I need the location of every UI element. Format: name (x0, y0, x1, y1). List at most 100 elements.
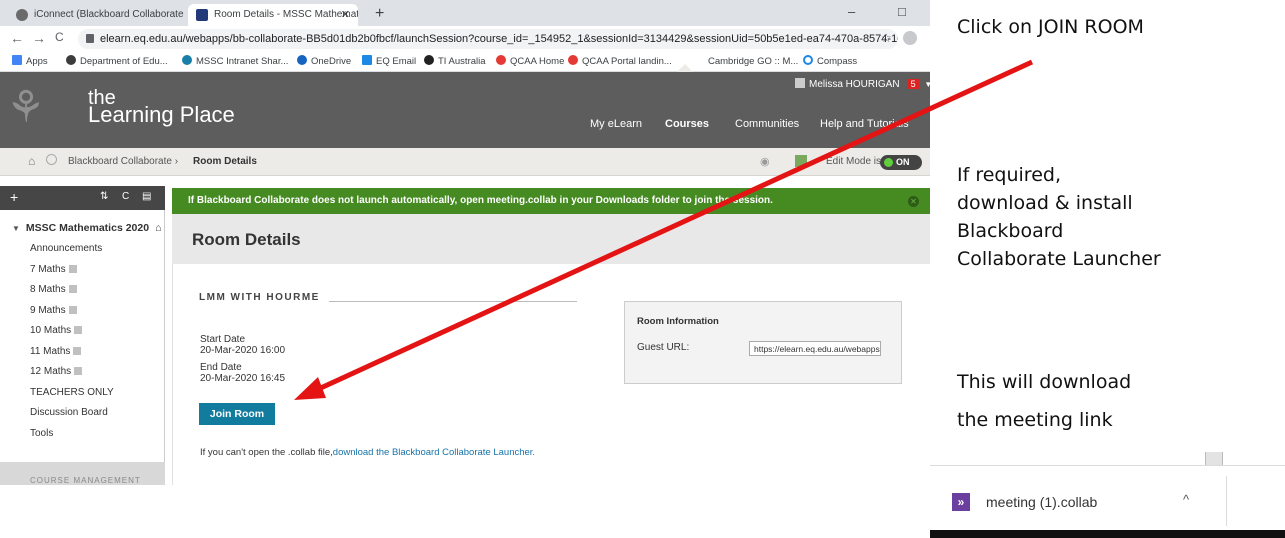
bookmark-dept-education[interactable]: Department of Edu... (66, 53, 168, 71)
sidebar-item[interactable]: Tools (30, 428, 53, 439)
nav-communities[interactable]: Communities (735, 118, 799, 130)
edit-mode-toggle[interactable]: ON (880, 155, 922, 170)
cloud-icon (297, 55, 307, 65)
avatar (795, 78, 805, 88)
tab-room-details[interactable]: Room Details - MSSC Mathemati ✕ (188, 4, 358, 26)
bookmark-compass[interactable]: Compass (803, 53, 857, 71)
download-item[interactable]: meeting (1).collab (986, 494, 1097, 510)
bookmark-apps[interactable]: Apps (12, 53, 48, 71)
tree-logo-icon: ⚘ (6, 83, 46, 132)
annotation-download-1: This will download (957, 371, 1132, 393)
guest-url-field[interactable] (749, 341, 881, 356)
launch-notice: If Blackboard Collaborate does not launc… (172, 188, 930, 214)
scrollbar-thumb[interactable] (1205, 452, 1223, 465)
start-date-value: 20-Mar-2020 16:00 (200, 345, 286, 356)
nav-my-elearn[interactable]: My eLearn (590, 118, 642, 130)
hidden-indicator-icon (74, 367, 83, 375)
back-button[interactable]: ← (10, 30, 24, 46)
sidebar-item[interactable]: Announcements (30, 243, 102, 254)
content-header: Room Details (172, 214, 930, 264)
collapse-icon[interactable]: ▼ (12, 224, 20, 233)
bookmark-star-icon[interactable]: ☆ (881, 31, 892, 45)
refresh-icon[interactable]: C (122, 191, 129, 202)
sidebar-item[interactable]: 12 Maths (30, 366, 83, 377)
annotation-download-2: the meeting link (957, 409, 1113, 431)
toggle-knob (884, 158, 893, 167)
lock-icon (86, 34, 94, 43)
sidebar-item[interactable]: 11 Maths (30, 346, 82, 357)
close-icon[interactable]: ✕ (908, 196, 919, 207)
folder-view-icon[interactable]: ▤ (142, 191, 151, 202)
join-room-button[interactable]: Join Room (199, 403, 275, 425)
eye-icon[interactable]: ◉ (760, 155, 770, 168)
user-menu[interactable]: Melissa HOURIGAN 5 ▼ (795, 78, 930, 90)
sidebar-item[interactable]: TEACHERS ONLY (30, 387, 114, 398)
annotation-line-1: If required, (957, 164, 1061, 186)
profile-icon[interactable] (903, 31, 917, 45)
bookmarks-bar: Apps Department of Edu... MSSC Intranet … (0, 52, 930, 72)
chevron-down-icon: ▼ (924, 80, 930, 89)
bookmark-ti-australia[interactable]: TI Australia (424, 53, 486, 71)
breadcrumb-link[interactable]: Blackboard Collaborate › (68, 156, 178, 167)
collab-file-icon: » (952, 493, 970, 511)
tab-favicon-icon (196, 9, 208, 21)
new-tab-button[interactable]: + (375, 4, 384, 24)
guest-url-label: Guest URL: (637, 342, 690, 353)
help-icon[interactable] (795, 155, 807, 167)
bookmark-cambridge-go[interactable]: Cambridge GO :: M... (694, 53, 798, 71)
bookmark-onedrive[interactable]: OneDrive (297, 53, 351, 71)
nav-help-tutorials[interactable]: Help and Tutorials (820, 118, 909, 130)
sidebar-item[interactable]: 10 Maths (30, 325, 83, 336)
chevron-up-icon[interactable]: ^ (1183, 492, 1189, 507)
annotation-line-2: download & install (957, 192, 1133, 214)
qcaa-icon (568, 55, 578, 65)
notification-badge: 5 (907, 79, 919, 89)
annotation-line-3: Blackboard (957, 220, 1064, 242)
download-bar: » meeting (1).collab ^ (930, 465, 1285, 538)
course-title[interactable]: ▼ MSSC Mathematics 2020 ⌂ (12, 222, 161, 234)
end-date-value: 20-Mar-2020 16:45 (200, 373, 286, 384)
outlook-icon (362, 55, 372, 65)
hidden-indicator-icon (73, 346, 82, 355)
tab-label: iConnect (Blackboard Collaborate (34, 9, 184, 20)
course-home-icon[interactable]: ⌂ (155, 222, 161, 234)
sidebar-item[interactable]: Discussion Board (30, 407, 108, 418)
room-details-panel: LMM WITH HOURME Start Date 20-Mar-2020 1… (172, 264, 930, 485)
tab-iconnect[interactable]: iConnect (Blackboard Collaborate (8, 4, 213, 26)
url-text: elearn.eq.edu.au/webapps/bb-collaborate-… (100, 33, 898, 45)
tab-close-icon[interactable]: ✕ (341, 4, 350, 26)
page-title: Room Details (192, 230, 301, 249)
qcaa-icon (496, 55, 506, 65)
breadcrumb-menu-icon[interactable] (46, 154, 57, 165)
sharepoint-icon (182, 55, 192, 65)
add-menu-item-button[interactable]: + (10, 189, 18, 205)
edit-mode-label: Edit Mode is: (826, 156, 884, 167)
tab-favicon-icon (16, 9, 28, 21)
sidebar-item[interactable]: 7 Maths (30, 264, 77, 275)
reload-button[interactable]: C (55, 30, 64, 44)
forward-button[interactable]: → (32, 30, 46, 46)
restore-button[interactable]: □ (898, 4, 906, 19)
nav-courses[interactable]: Courses (665, 118, 709, 130)
hidden-indicator-icon (68, 264, 77, 273)
site-header: ⚘ the Learning Place Melissa HOURIGAN 5 ▼… (0, 72, 930, 148)
sidebar-item[interactable]: 9 Maths (30, 305, 77, 316)
url-field[interactable]: elearn.eq.edu.au/webapps/bb-collaborate-… (78, 29, 898, 49)
sort-icon[interactable]: ⇅ (100, 191, 108, 202)
course-menu-toolbar: + ⇅ C ▤ (0, 186, 165, 210)
sidebar-item[interactable]: 8 Maths (30, 284, 77, 295)
download-launcher-link[interactable]: download the Blackboard Collaborate Laun… (333, 447, 535, 458)
home-icon[interactable]: ⌂ (28, 154, 35, 168)
breadcrumb-current: Room Details (193, 156, 257, 167)
hidden-indicator-icon (68, 285, 77, 293)
taskbar-strip (930, 530, 1285, 538)
brand-learning-place[interactable]: Learning Place (88, 102, 235, 128)
compass-icon (803, 55, 813, 65)
bookmark-eq-email[interactable]: EQ Email (362, 53, 416, 71)
course-management-header[interactable]: COURSE MANAGEMENT (0, 462, 165, 485)
bookmark-qcaa-portal[interactable]: QCAA Portal landin... (568, 53, 672, 71)
minimize-button[interactable]: – (848, 4, 855, 19)
bookmark-mssc-intranet[interactable]: MSSC Intranet Shar... (182, 53, 288, 71)
active-nav-indicator (677, 64, 693, 72)
bookmark-qcaa-home[interactable]: QCAA Home (496, 53, 564, 71)
